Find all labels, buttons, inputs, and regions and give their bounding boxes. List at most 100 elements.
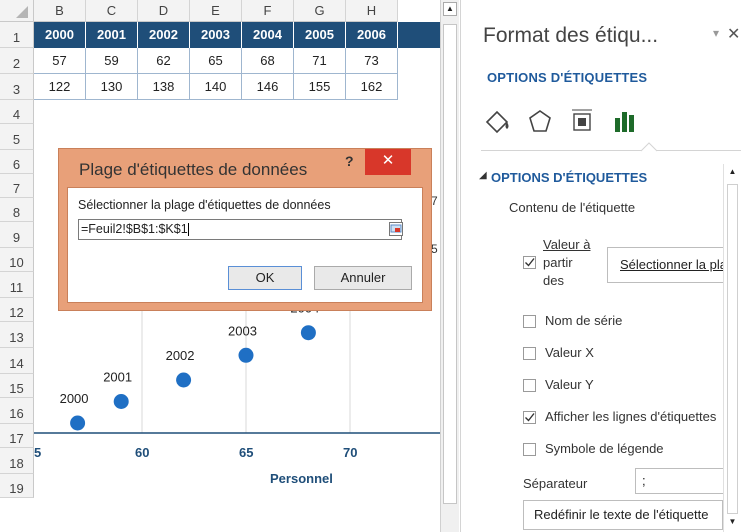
row-header-14[interactable]: 14 — [0, 348, 34, 374]
help-button[interactable]: ? — [345, 153, 354, 169]
data-cell[interactable]: 62 — [138, 48, 190, 74]
collapse-section-icon[interactable]: ◢ — [479, 170, 487, 181]
option-checkbox[interactable] — [523, 379, 536, 392]
pane-subtitle[interactable]: OPTIONS D'ÉTIQUETTES — [487, 70, 647, 85]
reset-label-text-button[interactable]: Redéfinir le texte de l'étiquette — [523, 500, 723, 530]
row-header-5[interactable]: 5 — [0, 124, 34, 150]
fill-line-icon[interactable] — [481, 104, 515, 138]
select-all-corner[interactable] — [0, 0, 34, 22]
row-header-13[interactable]: 13 — [0, 322, 34, 348]
data-cell[interactable]: 146 — [242, 74, 294, 100]
data-cell[interactable]: 162 — [346, 74, 398, 100]
column-header-b[interactable]: B — [34, 0, 86, 22]
column-header-h[interactable]: H — [346, 0, 398, 22]
year-cell[interactable]: 2006 — [346, 22, 398, 48]
pane-options-dropdown-icon[interactable]: ▾ — [713, 26, 719, 40]
value-from-cells-label[interactable]: Valeur à partir des — [543, 236, 590, 290]
row-header-7[interactable]: 7 — [0, 174, 34, 198]
data-cell[interactable]: 122 — [34, 74, 86, 100]
data-point[interactable] — [300, 325, 316, 341]
year-cell[interactable]: 2005 — [294, 22, 346, 48]
label-options-icon[interactable] — [607, 104, 641, 138]
pane-scroll-thumb[interactable] — [727, 184, 738, 514]
pane-title: Format des étiqu... — [483, 24, 659, 47]
year-cell[interactable]: 2000 — [34, 22, 86, 48]
data-cell[interactable]: 57 — [34, 48, 86, 74]
data-cell[interactable]: 68 — [242, 48, 294, 74]
active-tab-indicator-icon — [641, 142, 657, 152]
data-cell[interactable]: 138 — [138, 74, 190, 100]
data-point[interactable] — [113, 394, 129, 409]
data-label[interactable]: 2003 — [228, 323, 257, 338]
data-label[interactable]: 2001 — [103, 370, 132, 385]
pane-scroll-up-icon[interactable]: ▲ — [727, 166, 738, 178]
sheet-vertical-scrollbar[interactable]: ▲ — [440, 0, 459, 532]
cancel-button[interactable]: Annuler — [314, 266, 412, 290]
option-checkbox-label[interactable]: Symbole de légende — [545, 441, 725, 456]
effects-icon[interactable] — [523, 104, 557, 138]
row-header-11[interactable]: 11 — [0, 272, 34, 298]
year-cell[interactable]: 2003 — [190, 22, 242, 48]
row-header-15[interactable]: 15 — [0, 374, 34, 398]
pane-scroll-down-icon[interactable]: ▼ — [727, 516, 738, 528]
row-header-16[interactable]: 16 — [0, 398, 34, 424]
data-cell[interactable]: 73 — [346, 48, 398, 74]
data-label[interactable]: 2002 — [166, 348, 195, 363]
column-header-f[interactable]: F — [242, 0, 294, 22]
column-header-g[interactable]: G — [294, 0, 346, 22]
pane-vertical-scrollbar[interactable]: ▲ ▼ — [723, 164, 741, 532]
row-header-4[interactable]: 4 — [0, 100, 34, 124]
scroll-up-icon[interactable]: ▲ — [443, 2, 457, 16]
row-header-2[interactable]: 2 — [0, 48, 34, 74]
data-point[interactable] — [70, 415, 86, 431]
row-header-17[interactable]: 17 — [0, 424, 34, 448]
row-header-10[interactable]: 10 — [0, 248, 34, 272]
select-range-button[interactable]: Sélectionner la plage — [607, 247, 737, 283]
pane-close-icon[interactable]: ✕ — [727, 24, 740, 44]
row-header-18[interactable]: 18 — [0, 448, 34, 474]
row-header-8[interactable]: 8 — [0, 198, 34, 222]
column-header-c[interactable]: C — [86, 0, 138, 22]
year-cell[interactable]: 2001 — [86, 22, 138, 48]
section-header[interactable]: OPTIONS D'ÉTIQUETTES — [491, 170, 647, 185]
data-point[interactable] — [238, 347, 254, 363]
data-cell[interactable]: 140 — [190, 74, 242, 100]
row-header-19[interactable]: 19 — [0, 474, 34, 498]
ok-button[interactable]: OK — [228, 266, 302, 290]
row-header-9[interactable]: 9 — [0, 222, 34, 248]
option-checkbox[interactable] — [523, 443, 536, 456]
data-label[interactable]: 2000 — [60, 391, 89, 406]
size-properties-icon[interactable] — [565, 104, 599, 138]
data-point[interactable] — [176, 372, 192, 388]
row-header-6[interactable]: 6 — [0, 150, 34, 174]
data-cell[interactable]: 130 — [86, 74, 138, 100]
value-from-cells-line3: des — [543, 273, 564, 288]
value-from-cells-checkbox[interactable] — [523, 256, 536, 269]
year-cell[interactable]: 2004 — [242, 22, 294, 48]
separator-dropdown[interactable]: ; — [635, 468, 731, 494]
chart-label-fragment: 5 — [431, 242, 438, 256]
option-checkbox[interactable] — [523, 347, 536, 360]
option-checkbox-label[interactable]: Nom de série — [545, 313, 725, 328]
data-cell[interactable]: 155 — [294, 74, 346, 100]
collapse-dialog-icon[interactable] — [389, 222, 403, 236]
column-header-d[interactable]: D — [138, 0, 190, 22]
range-input-value: =Feuil2!$B$1:$K$1 — [81, 222, 188, 236]
row-header-12[interactable]: 12 — [0, 298, 34, 322]
option-checkbox-label[interactable]: Valeur Y — [545, 377, 725, 392]
row-header-3[interactable]: 3 — [0, 74, 34, 100]
row-header-1[interactable]: 1 — [0, 22, 34, 48]
tab-divider — [481, 150, 741, 151]
data-cell[interactable]: 65 — [190, 48, 242, 74]
close-button[interactable]: ✕ — [365, 149, 411, 175]
option-checkbox-label[interactable]: Afficher les lignes d'étiquettes — [545, 409, 725, 424]
year-cell[interactable]: 2002 — [138, 22, 190, 48]
option-checkbox[interactable] — [523, 315, 536, 328]
range-input[interactable]: =Feuil2!$B$1:$K$1 — [78, 219, 403, 240]
data-cell[interactable]: 71 — [294, 48, 346, 74]
column-header-e[interactable]: E — [190, 0, 242, 22]
data-cell[interactable]: 59 — [86, 48, 138, 74]
option-checkbox[interactable] — [523, 411, 536, 424]
scroll-thumb[interactable] — [443, 24, 457, 504]
option-checkbox-label[interactable]: Valeur X — [545, 345, 725, 360]
